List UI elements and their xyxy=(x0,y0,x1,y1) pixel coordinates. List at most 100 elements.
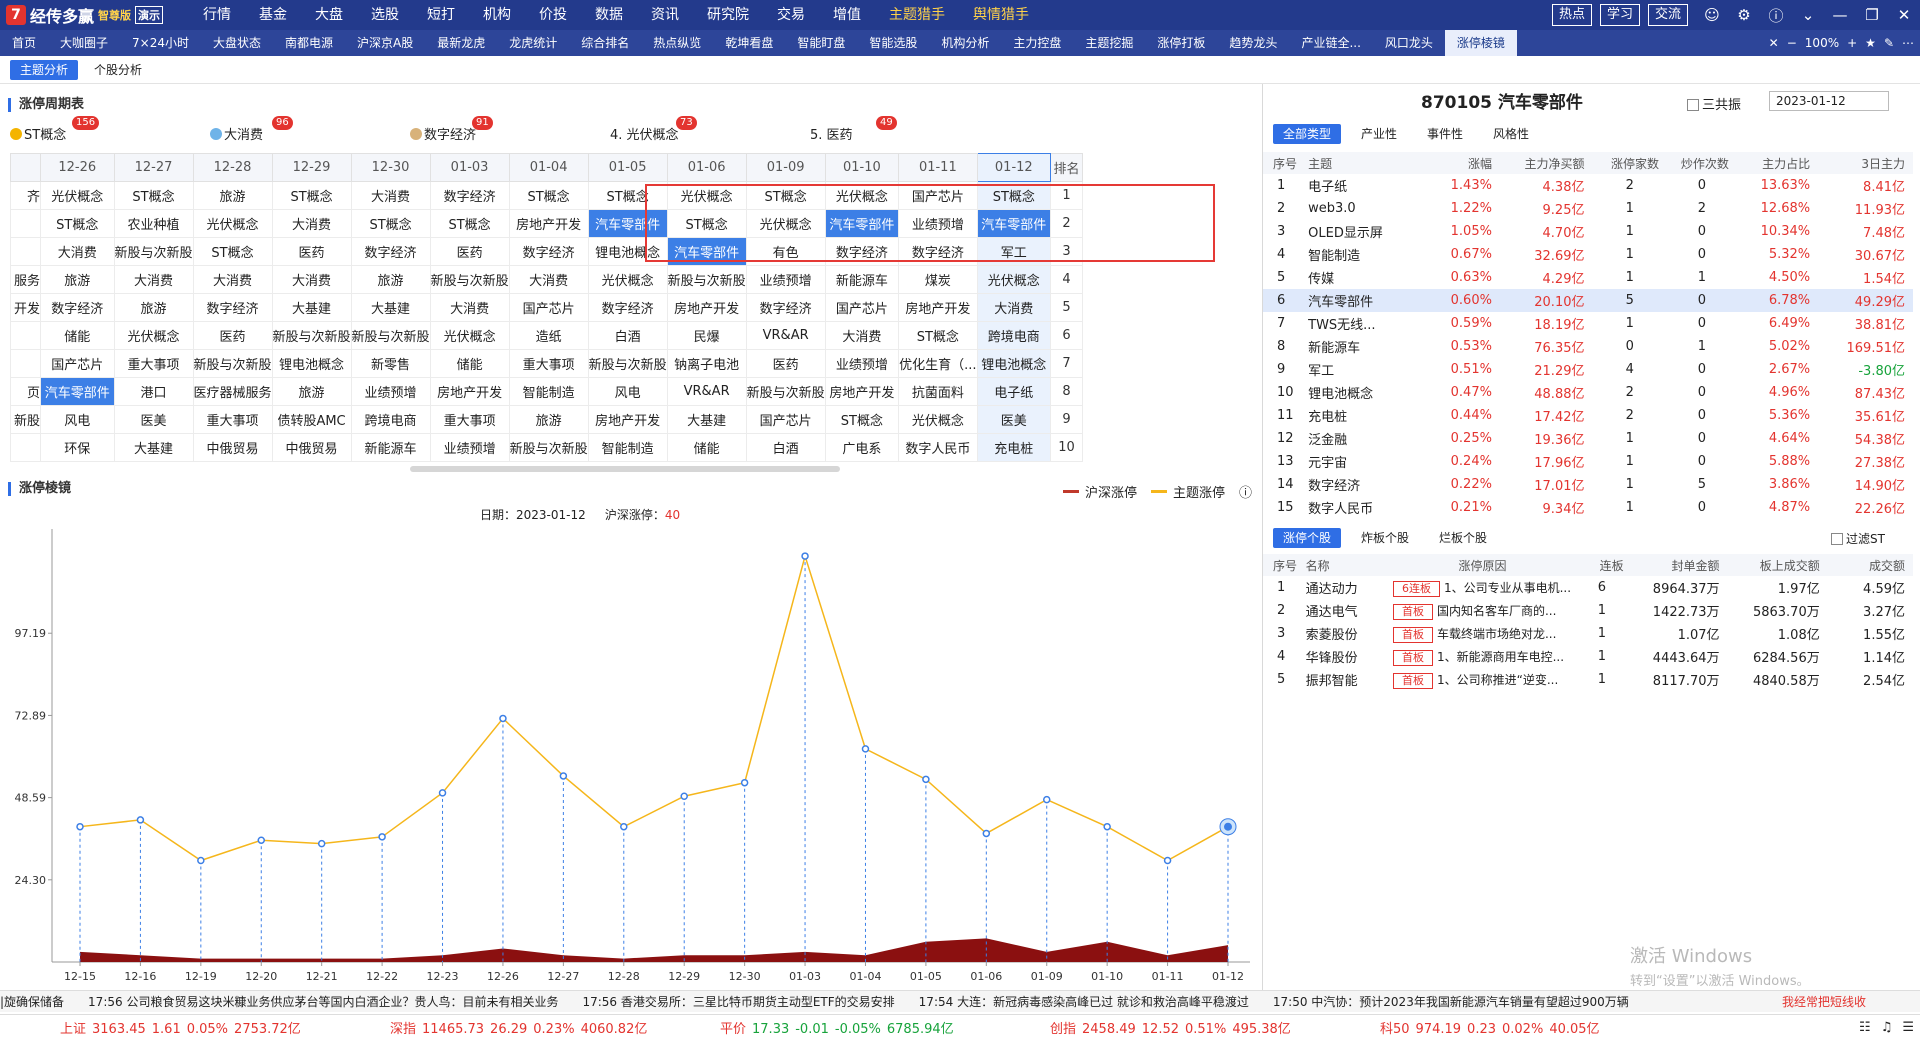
index-item[interactable]: 平价 17.33 -0.01 -0.05% 6785.94亿 xyxy=(660,1018,990,1037)
menu-item[interactable]: 舆情猎手 xyxy=(959,0,1043,30)
theme-cell[interactable]: 港口 xyxy=(113,377,194,406)
theme-cell[interactable]: ST概念 xyxy=(976,181,1052,210)
theme-cell[interactable]: VR&AR xyxy=(666,377,747,406)
sanban-checkbox[interactable]: 三共振 xyxy=(1687,94,1741,113)
list-icon[interactable]: ☰ xyxy=(1902,1020,1914,1035)
theme-cell[interactable]: 汽车零部件 xyxy=(976,209,1052,238)
tab-rotten-stocks[interactable]: 烂板个股 xyxy=(1429,528,1497,548)
theme-cell[interactable]: 锂电池概念 xyxy=(976,349,1052,378)
column-header[interactable]: 连板 xyxy=(1572,554,1632,576)
theme-cell[interactable]: 大消费 xyxy=(824,321,900,350)
column-header[interactable]: 炒作次数 xyxy=(1666,152,1737,174)
table-row[interactable]: 5 振邦智能 首板 1、公司称推进“逆变... 1 8117.70万 4840.58万 2.5… xyxy=(1263,668,1913,691)
page-tab[interactable]: 乾坤看盘 xyxy=(713,30,785,56)
theme-cell[interactable]: 医药 xyxy=(745,349,826,378)
theme-cell[interactable]: ST概念 xyxy=(192,237,273,266)
theme-cell[interactable]: 数字经济 xyxy=(40,293,115,322)
tab-event[interactable]: 事件性 xyxy=(1417,124,1473,144)
theme-cell[interactable]: 农业种植 xyxy=(113,209,194,238)
theme-cell[interactable]: 数字经济 xyxy=(824,237,900,266)
star-icon[interactable]: ★ xyxy=(1865,36,1876,50)
page-tab[interactable]: 主题挖掘 xyxy=(1073,30,1145,56)
tab-stock-analysis[interactable]: 个股分析 xyxy=(84,60,152,80)
theme-cell[interactable]: 光伏概念 xyxy=(429,321,510,350)
table-row[interactable]: 7 TWS无线... 0.59% 18.19亿 1 0 6.49% 38.81亿 xyxy=(1263,312,1913,335)
theme-cell[interactable]: 民爆 xyxy=(666,321,747,350)
date-header[interactable]: 12-28 xyxy=(192,153,273,182)
theme-cell[interactable]: 智能制造 xyxy=(508,377,589,406)
tab-style[interactable]: 风格性 xyxy=(1483,124,1539,144)
theme-cell[interactable]: 房地产开发 xyxy=(587,405,668,434)
zoom-in-icon[interactable]: + xyxy=(1847,36,1857,50)
page-tab[interactable]: 风口龙头 xyxy=(1373,30,1445,56)
minimize-icon[interactable]: — xyxy=(1824,6,1856,24)
date-header[interactable]: 01-09 xyxy=(745,153,826,182)
theme-cell[interactable]: 大基建 xyxy=(350,293,431,322)
theme-cell[interactable]: 旅游 xyxy=(192,181,273,210)
menu-item[interactable]: 基金 xyxy=(245,0,301,30)
checkbox-icon[interactable] xyxy=(1687,99,1699,111)
theme-cell[interactable]: 大消费 xyxy=(192,265,273,294)
theme-cell[interactable]: 旅游 xyxy=(40,265,115,294)
theme-cell[interactable]: 重大事项 xyxy=(508,349,589,378)
theme-cell[interactable]: 环保 xyxy=(40,433,115,462)
theme-cell[interactable]: 新能源车 xyxy=(350,433,431,462)
theme-cell[interactable]: 国产芯片 xyxy=(40,349,115,378)
table-row[interactable]: 13 元宇宙 0.24% 17.96亿 1 0 5.88% 27.38亿 xyxy=(1263,450,1913,473)
table-row[interactable]: 1 电子纸 1.43% 4.38亿 2 0 13.63% 8.41亿 xyxy=(1263,174,1913,197)
column-header[interactable]: 序号 xyxy=(1263,554,1306,576)
menu-item[interactable]: 资讯 xyxy=(637,0,693,30)
theme-cell[interactable]: ST概念 xyxy=(666,209,747,238)
theme-cell[interactable]: 旅游 xyxy=(271,377,352,406)
table-row[interactable]: 5 传媒 0.63% 4.29亿 1 1 4.50% 1.54亿 xyxy=(1263,266,1913,289)
theme-cell[interactable]: 房地产开发 xyxy=(666,293,747,322)
theme-cell[interactable]: 新零售 xyxy=(350,349,431,378)
category-item[interactable]: 大消费 96 xyxy=(210,116,410,143)
theme-cell[interactable]: 新股与次新股 xyxy=(429,265,510,294)
menu-item[interactable]: 研究院 xyxy=(693,0,763,30)
page-tab[interactable]: 主力控盘 xyxy=(1001,30,1073,56)
theme-cell[interactable]: 锂电池概念 xyxy=(587,237,668,266)
table-row[interactable]: 4 智能制造 0.67% 32.69亿 1 0 5.32% 30.67亿 xyxy=(1263,243,1913,266)
theme-cell[interactable]: 重大事项 xyxy=(192,405,273,434)
theme-cell[interactable]: 光伏概念 xyxy=(745,209,826,238)
column-header[interactable]: 涨停原因 xyxy=(1392,554,1572,576)
menu-item[interactable]: 行情 xyxy=(189,0,245,30)
theme-cell[interactable]: ST概念 xyxy=(113,181,194,210)
theme-cell[interactable]: 数字经济 xyxy=(898,237,978,266)
table-row[interactable]: 12 泛金融 0.25% 19.36亿 1 0 4.64% 54.38亿 xyxy=(1263,427,1913,450)
theme-cell[interactable]: 光伏概念 xyxy=(192,209,273,238)
theme-cell[interactable]: 数字人民币 xyxy=(898,433,978,462)
category-item[interactable]: ST概念 156 xyxy=(10,116,210,143)
table-row[interactable]: 2 web3.0 1.22% 9.25亿 1 2 12.68% 11.93亿 xyxy=(1263,197,1913,220)
page-tab[interactable]: 7×24小时 xyxy=(120,30,201,56)
theme-cell[interactable]: 跨境电商 xyxy=(350,405,431,434)
theme-cell[interactable]: 汽车零部件 xyxy=(40,377,115,406)
theme-cell[interactable]: 大消费 xyxy=(350,181,431,210)
ticker-link[interactable]: 我经常把短线收 xyxy=(1782,993,1866,1010)
date-header[interactable]: 12-27 xyxy=(113,153,194,182)
theme-cell[interactable]: 汽车零部件 xyxy=(587,209,668,238)
theme-cell[interactable]: 有色 xyxy=(745,237,826,266)
theme-cell[interactable]: 旅游 xyxy=(113,293,194,322)
chevron-down-icon[interactable]: ⌄ xyxy=(1792,6,1824,24)
theme-cell[interactable]: 国产芯片 xyxy=(508,293,589,322)
theme-cell[interactable]: 重大事项 xyxy=(429,405,510,434)
theme-cell[interactable]: 新能源车 xyxy=(824,265,900,294)
page-tab[interactable]: 机构分析 xyxy=(929,30,1001,56)
theme-cell[interactable]: ST概念 xyxy=(40,209,115,238)
column-header[interactable]: 涨停家数 xyxy=(1592,152,1667,174)
page-tab[interactable]: 最新龙虎 xyxy=(425,30,497,56)
sound-icon[interactable]: ♫ xyxy=(1881,1020,1893,1035)
page-tab[interactable]: 南都电源 xyxy=(273,30,345,56)
theme-cell[interactable]: 大消费 xyxy=(271,209,352,238)
theme-cell[interactable]: 数字经济 xyxy=(508,237,589,266)
ticker-item[interactable]: 17:56 公司粮食贸易这块米糠业务供应茅台等国内白酒企业？贵人鸟：目前未有相关… xyxy=(88,993,558,1010)
table-row[interactable]: 3 索菱股份 首板 车载终端市场绝对龙... 1 1.07亿 1.08亿 1.55亿 xyxy=(1263,622,1913,645)
theme-cell[interactable]: 债转股AMC xyxy=(271,405,352,434)
theme-cell[interactable]: ST概念 xyxy=(587,181,668,210)
table-row[interactable]: 6 汽车零部件 0.60% 20.10亿 5 0 6.78% 49.29亿 xyxy=(1263,289,1913,312)
page-tab[interactable]: 智能选股 xyxy=(857,30,929,56)
column-header[interactable]: 名称 xyxy=(1305,554,1393,576)
theme-cell[interactable]: 光伏概念 xyxy=(976,265,1052,294)
